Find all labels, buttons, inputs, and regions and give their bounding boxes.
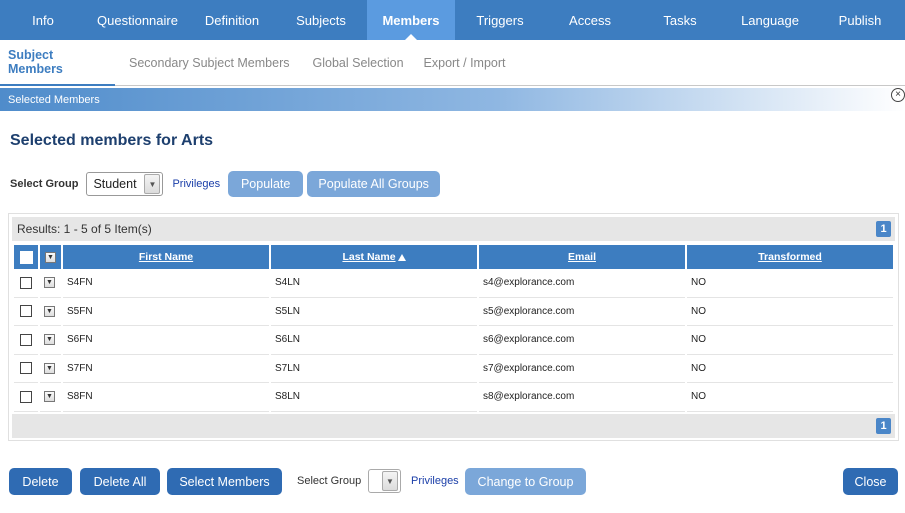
subtab-global-selection[interactable]: Global Selection: [313, 40, 404, 86]
row-select: [14, 355, 38, 383]
column-header-email[interactable]: Email: [479, 245, 685, 269]
cell-last-name: S6LN: [271, 326, 477, 355]
cell-last-name: S4LN: [271, 269, 477, 298]
row-checkbox[interactable]: [20, 390, 32, 403]
column-header-last-name[interactable]: Last Name: [271, 245, 477, 269]
bottom-select-group-label: Select Group: [297, 475, 362, 487]
cell-transformed: NO: [687, 326, 893, 355]
select-group-label: Select Group: [10, 178, 79, 190]
group-select[interactable]: Student ▼: [86, 172, 164, 196]
chevron-down-icon[interactable]: ▼: [44, 362, 55, 374]
cell-email: s5@explorance.com: [479, 298, 685, 326]
pager-page-1-bottom[interactable]: 1: [876, 418, 891, 434]
cell-last-name: S5LN: [271, 298, 477, 326]
cell-transformed: NO: [687, 355, 893, 383]
row-select: [14, 298, 38, 326]
tab-tasks[interactable]: Tasks: [635, 0, 725, 40]
tab-questionnaire[interactable]: Questionnaire: [86, 0, 189, 40]
cell-transformed: NO: [687, 298, 893, 326]
section-title: Selected Members: [8, 93, 100, 106]
cell-email: s6@explorance.com: [479, 326, 685, 355]
table-row: ▼ S6FN S6LN s6@explorance.com NO: [14, 326, 893, 355]
table-row: ▼ S7FN S7LN s7@explorance.com NO: [14, 355, 893, 383]
table-row: ▼ S5FN S5LN s5@explorance.com NO: [14, 298, 893, 326]
cell-first-name: S6FN: [63, 326, 269, 355]
results-bar: Results: 1 - 5 of 5 Item(s) 1: [12, 217, 895, 241]
chevron-down-icon: ▼: [382, 471, 398, 491]
row-checkbox[interactable]: [20, 333, 32, 346]
cell-last-name: S8LN: [271, 383, 477, 412]
subtab-secondary-subject-members[interactable]: Secondary Subject Members: [129, 40, 290, 86]
chevron-down-icon[interactable]: ▼: [44, 277, 55, 289]
subtab-export-import[interactable]: Export / Import: [424, 40, 506, 86]
pager-page-1[interactable]: 1: [876, 221, 891, 237]
bottom-privileges-link[interactable]: Privileges: [411, 475, 459, 487]
bottom-actions: Delete Delete All Select Members Select …: [9, 468, 899, 495]
cell-transformed: NO: [687, 383, 893, 412]
select-members-button[interactable]: Select Members: [167, 468, 282, 495]
chevron-down-icon[interactable]: ▼: [44, 334, 55, 346]
column-header-first-name[interactable]: First Name: [63, 245, 269, 269]
change-to-group-button[interactable]: Change to Group: [465, 468, 586, 495]
section-header: Selected Members: [0, 88, 905, 111]
select-all-checkbox[interactable]: [19, 250, 33, 264]
row-checkbox[interactable]: [20, 305, 32, 318]
close-button[interactable]: Close: [843, 468, 898, 495]
row-menu: ▼: [40, 326, 61, 355]
cell-transformed: NO: [687, 269, 893, 298]
cell-first-name: S8FN: [63, 383, 269, 412]
tab-info[interactable]: Info: [0, 0, 86, 40]
cell-first-name: S4FN: [63, 269, 269, 298]
cell-email: s4@explorance.com: [479, 269, 685, 298]
table-row: ▼ S4FN S4LN s4@explorance.com NO: [14, 269, 893, 298]
group-toolbar: Select Group Student ▼ Privileges Popula…: [10, 171, 441, 197]
chevron-down-icon[interactable]: ▼: [44, 391, 55, 403]
tab-definition[interactable]: Definition: [189, 0, 275, 40]
chevron-down-icon[interactable]: ▼: [44, 305, 55, 317]
delete-all-button[interactable]: Delete All: [80, 468, 160, 495]
cell-email: s7@explorance.com: [479, 355, 685, 383]
subtab-subject-members[interactable]: Subject Members: [0, 40, 115, 86]
delete-button[interactable]: Delete: [9, 468, 72, 495]
tab-subjects[interactable]: Subjects: [275, 0, 367, 40]
cell-email: s8@explorance.com: [479, 383, 685, 412]
row-menu: ▼: [40, 298, 61, 326]
sub-nav: Subject Members Secondary Subject Member…: [0, 40, 905, 86]
group-select-value: Student: [93, 177, 137, 191]
cell-last-name: S7LN: [271, 355, 477, 383]
tab-triggers[interactable]: Triggers: [455, 0, 545, 40]
page-title: Selected members for Arts: [10, 132, 214, 149]
row-select: [14, 383, 38, 412]
populate-button[interactable]: Populate: [228, 171, 304, 197]
change-group-select[interactable]: ▼: [368, 469, 401, 493]
results-count: Results: 1 - 5 of 5 Item(s): [17, 222, 152, 236]
main-nav: Info Questionnaire Definition Subjects M…: [0, 0, 905, 40]
select-all-header: [14, 245, 38, 269]
populate-all-groups-button[interactable]: Populate All Groups: [307, 171, 441, 197]
row-checkbox[interactable]: [20, 362, 32, 375]
row-select: [14, 269, 38, 298]
privileges-link[interactable]: Privileges: [172, 178, 220, 190]
close-circle-icon[interactable]: ×: [891, 88, 905, 102]
members-table: ▼ First Name Last Name Email Transformed…: [12, 245, 895, 412]
chevron-down-icon[interactable]: ▼: [45, 251, 56, 263]
table-row: ▼ S8FN S8LN s8@explorance.com NO: [14, 383, 893, 412]
members-grid: Results: 1 - 5 of 5 Item(s) 1 ▼ First Na…: [8, 213, 899, 441]
header-menu: ▼: [40, 245, 61, 269]
tab-members[interactable]: Members: [367, 0, 455, 40]
row-select: [14, 326, 38, 355]
chevron-down-icon: ▼: [144, 174, 161, 194]
tab-access[interactable]: Access: [545, 0, 635, 40]
pager-bar: 1: [12, 414, 895, 438]
sort-ascending-icon: [397, 253, 406, 261]
tab-language[interactable]: Language: [725, 0, 815, 40]
cell-first-name: S5FN: [63, 298, 269, 326]
row-checkbox[interactable]: [20, 276, 32, 289]
row-menu: ▼: [40, 355, 61, 383]
row-menu: ▼: [40, 269, 61, 298]
column-header-transformed[interactable]: Transformed: [687, 245, 893, 269]
cell-first-name: S7FN: [63, 355, 269, 383]
tab-publish[interactable]: Publish: [815, 0, 905, 40]
row-menu: ▼: [40, 383, 61, 412]
